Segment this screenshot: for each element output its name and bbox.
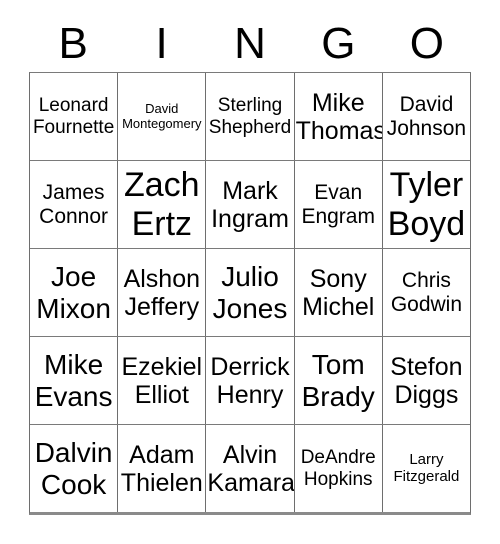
- bingo-cell-label: Mike Evans: [34, 349, 113, 412]
- bingo-row: Mike Evans Ezekiel Elliot Derrick Henry …: [30, 337, 470, 425]
- bingo-cell[interactable]: Zach Ertz: [118, 161, 207, 248]
- bingo-cell[interactable]: Adam Thielen: [118, 425, 207, 512]
- bingo-cell-label: James Connor: [39, 180, 109, 228]
- bingo-grid: Leonard Fournette David Montegomery Ster…: [29, 72, 471, 515]
- bingo-cell[interactable]: Chris Godwin: [383, 249, 470, 336]
- header-letter-b: B: [58, 19, 88, 68]
- bingo-cell-label: Sterling Shepherd: [208, 95, 292, 138]
- bingo-cell-label: David Montegomery: [122, 100, 202, 131]
- bingo-cell-label: Mike Thomas: [295, 88, 383, 145]
- bingo-cell-label: DeAndre Hopkins: [300, 447, 376, 490]
- bingo-row: Joe Mixon Alshon Jeffery Julio Jones Son…: [30, 249, 470, 337]
- bingo-cell-label: Julio Jones: [212, 261, 288, 324]
- header-letter-i: I: [155, 19, 168, 68]
- bingo-cell[interactable]: Tom Brady: [295, 337, 383, 424]
- bingo-cell[interactable]: Stefon Diggs: [383, 337, 470, 424]
- bingo-cell-label: Stefon Diggs: [390, 352, 463, 409]
- header-letter-o: O: [409, 19, 444, 68]
- bingo-card: B I N G O Leonard Fournette David Monteg…: [0, 0, 500, 544]
- bingo-cell[interactable]: Derrick Henry: [206, 337, 295, 424]
- bingo-cell[interactable]: Mike Thomas: [295, 73, 383, 160]
- bingo-cell-label: Ezekiel Elliot: [121, 352, 203, 409]
- bingo-cell-label: Adam Thielen: [120, 440, 203, 497]
- bingo-cell-label: Joe Mixon: [36, 261, 111, 324]
- bingo-cell-label: Larry Fitzgerald: [393, 450, 460, 485]
- bingo-cell[interactable]: Dalvin Cook: [30, 425, 119, 512]
- bingo-cell[interactable]: Evan Engram: [295, 161, 383, 248]
- bingo-cell-label: Tyler Boyd: [387, 166, 466, 243]
- bingo-cell-label: Chris Godwin: [390, 268, 463, 316]
- bingo-cell[interactable]: Ezekiel Elliot: [118, 337, 207, 424]
- bingo-cell-label: Sony Michel: [302, 264, 375, 321]
- bingo-cell[interactable]: Mark Ingram: [206, 161, 295, 248]
- bingo-cell[interactable]: James Connor: [30, 161, 119, 248]
- bingo-cell-label: Alvin Kamara: [207, 440, 295, 497]
- bingo-cell[interactable]: Joe Mixon: [30, 249, 119, 336]
- bingo-cell[interactable]: Sony Michel: [295, 249, 383, 336]
- bingo-cell[interactable]: Alvin Kamara: [206, 425, 295, 512]
- bingo-cell[interactable]: David Johnson: [383, 73, 470, 160]
- header-letter-n: N: [234, 19, 266, 68]
- bingo-cell[interactable]: Mike Evans: [30, 337, 119, 424]
- bingo-row: James Connor Zach Ertz Mark Ingram Evan …: [30, 161, 470, 249]
- bingo-cell[interactable]: Leonard Fournette: [30, 73, 119, 160]
- bingo-row: Dalvin Cook Adam Thielen Alvin Kamara De…: [30, 425, 470, 512]
- bingo-cell[interactable]: Larry Fitzgerald: [383, 425, 470, 512]
- bingo-cell[interactable]: Julio Jones: [206, 249, 295, 336]
- bingo-cell-label: Evan Engram: [301, 180, 375, 228]
- bingo-cell-label: Alshon Jeffery: [123, 264, 201, 321]
- bingo-cell[interactable]: Alshon Jeffery: [118, 249, 207, 336]
- bingo-cell-label: Derrick Henry: [210, 352, 290, 409]
- bingo-cell[interactable]: David Montegomery: [118, 73, 207, 160]
- bingo-row: Leonard Fournette David Montegomery Ster…: [30, 73, 470, 161]
- bingo-cell-label: Zach Ertz: [124, 166, 200, 243]
- header-letter-g: G: [321, 19, 356, 68]
- bingo-cell-label: Dalvin Cook: [34, 437, 113, 500]
- bingo-cell[interactable]: DeAndre Hopkins: [295, 425, 383, 512]
- bingo-cell-label: Mark Ingram: [211, 176, 289, 233]
- bingo-header: B I N G O: [29, 18, 471, 70]
- bingo-cell[interactable]: Sterling Shepherd: [206, 73, 295, 160]
- bingo-cell[interactable]: Tyler Boyd: [383, 161, 470, 248]
- bingo-cell-label: David Johnson: [386, 92, 467, 140]
- bingo-cell-label: Tom Brady: [301, 349, 375, 412]
- bingo-cell-label: Leonard Fournette: [32, 95, 115, 138]
